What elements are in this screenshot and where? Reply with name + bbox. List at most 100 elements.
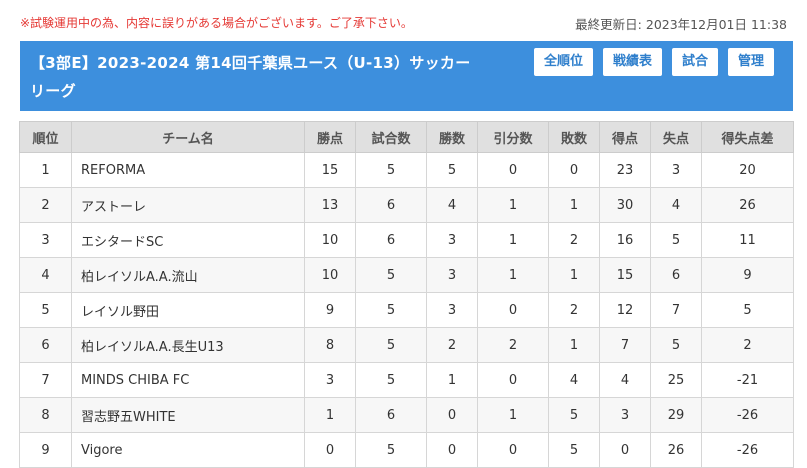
- cell-points: 3: [304, 362, 356, 398]
- cell-rank: 1: [19, 152, 72, 188]
- cell-goals-for: 12: [599, 292, 651, 328]
- cell-goal-diff: 20: [701, 152, 794, 188]
- table-row: 6 柏レイソルA.A.長生U13 8 5 2 2 1 7 5 2: [19, 327, 794, 363]
- cell-rank: 3: [19, 222, 72, 258]
- trial-notice: ※試験運用中の為、内容に誤りがある場合がございます。ご了承下さい。: [20, 16, 413, 30]
- cell-draws: 1: [477, 257, 549, 293]
- cell-points: 0: [304, 432, 356, 468]
- cell-goals-against: 4: [650, 187, 702, 223]
- cell-goal-diff: -26: [701, 432, 794, 468]
- cell-goals-against: 7: [650, 292, 702, 328]
- cell-goals-for: 3: [599, 397, 651, 433]
- cell-draws: 0: [477, 152, 549, 188]
- column-header-draws: 引分数: [477, 121, 549, 153]
- cell-wins: 3: [426, 257, 478, 293]
- cell-team-name: アストーレ: [71, 187, 305, 223]
- cell-points: 15: [304, 152, 356, 188]
- table-row: 5 レイソル野田 9 5 3 0 2 12 7 5: [19, 292, 794, 328]
- cell-played: 6: [355, 187, 427, 223]
- cell-goals-for: 16: [599, 222, 651, 258]
- results-table-button[interactable]: 戦績表: [602, 48, 662, 76]
- cell-played: 5: [355, 257, 427, 293]
- cell-points: 8: [304, 327, 356, 363]
- cell-goals-against: 5: [650, 222, 702, 258]
- cell-goals-against: 26: [650, 432, 702, 468]
- cell-goals-for: 30: [599, 187, 651, 223]
- cell-team-name: エシタードSC: [71, 222, 305, 258]
- cell-wins: 3: [426, 222, 478, 258]
- cell-goals-against: 6: [650, 257, 702, 293]
- cell-losses: 2: [548, 292, 600, 328]
- cell-played: 5: [355, 432, 427, 468]
- cell-team-name: 習志野五WHITE: [71, 397, 305, 433]
- cell-draws: 2: [477, 327, 549, 363]
- cell-wins: 1: [426, 362, 478, 398]
- cell-goals-for: 4: [599, 362, 651, 398]
- cell-draws: 0: [477, 292, 549, 328]
- cell-draws: 0: [477, 432, 549, 468]
- cell-goal-diff: 26: [701, 187, 794, 223]
- cell-points: 10: [304, 222, 356, 258]
- cell-rank: 9: [19, 432, 72, 468]
- column-header-goals-for: 得点: [599, 121, 651, 153]
- cell-wins: 4: [426, 187, 478, 223]
- table-row: 9 Vigore 0 5 0 0 5 0 26 -26: [19, 432, 794, 468]
- cell-losses: 1: [548, 327, 600, 363]
- cell-goals-against: 29: [650, 397, 702, 433]
- cell-draws: 1: [477, 397, 549, 433]
- column-header-goals-against: 失点: [650, 121, 702, 153]
- cell-goal-diff: 11: [701, 222, 794, 258]
- cell-wins: 2: [426, 327, 478, 363]
- cell-rank: 8: [19, 397, 72, 433]
- last-updated-label: 最終更新日:: [575, 17, 642, 32]
- league-title-line1: 【3部E】2023-2024 第14回千葉県ユース（U-13）サッカー: [30, 54, 471, 72]
- cell-goals-for: 23: [599, 152, 651, 188]
- admin-button[interactable]: 管理: [727, 48, 774, 76]
- cell-team-name: レイソル野田: [71, 292, 305, 328]
- cell-wins: 0: [426, 397, 478, 433]
- cell-played: 6: [355, 397, 427, 433]
- cell-goal-diff: 5: [701, 292, 794, 328]
- cell-rank: 2: [19, 187, 72, 223]
- cell-goal-diff: -26: [701, 397, 794, 433]
- cell-team-name: Vigore: [71, 432, 305, 468]
- league-header: 【3部E】2023-2024 第14回千葉県ユース（U-13）サッカー リーグ …: [20, 41, 793, 111]
- last-updated: 最終更新日: 2023年12月01日 11:38: [575, 14, 787, 33]
- last-updated-value: 2023年12月01日 11:38: [645, 17, 787, 32]
- table-row: 2 アストーレ 13 6 4 1 1 30 4 26: [19, 187, 794, 223]
- table-row: 7 MINDS CHIBA FC 3 5 1 0 4 4 25 -21: [19, 362, 794, 398]
- matches-button[interactable]: 試合: [671, 48, 718, 76]
- table-row: 3 エシタードSC 10 6 3 1 2 16 5 11: [19, 222, 794, 258]
- cell-losses: 0: [548, 152, 600, 188]
- column-header-team-name: チーム名: [71, 121, 305, 153]
- standings-header-row: 順位 チーム名 勝点 試合数 勝数 引分数 敗数 得点 失点 得失点差: [19, 121, 794, 153]
- column-header-losses: 敗数: [548, 121, 600, 153]
- league-title: 【3部E】2023-2024 第14回千葉県ユース（U-13）サッカー リーグ: [30, 49, 500, 105]
- cell-losses: 1: [548, 187, 600, 223]
- cell-draws: 0: [477, 362, 549, 398]
- cell-goals-for: 15: [599, 257, 651, 293]
- cell-points: 10: [304, 257, 356, 293]
- cell-played: 5: [355, 292, 427, 328]
- cell-played: 5: [355, 362, 427, 398]
- table-row: 1 REFORMA 15 5 5 0 0 23 3 20: [19, 152, 794, 188]
- cell-team-name: 柏レイソルA.A.流山: [71, 257, 305, 293]
- cell-team-name: MINDS CHIBA FC: [71, 362, 305, 398]
- cell-team-name: 柏レイソルA.A.長生U13: [71, 327, 305, 363]
- cell-wins: 5: [426, 152, 478, 188]
- cell-points: 1: [304, 397, 356, 433]
- cell-rank: 6: [19, 327, 72, 363]
- cell-rank: 5: [19, 292, 72, 328]
- cell-losses: 5: [548, 432, 600, 468]
- cell-played: 5: [355, 327, 427, 363]
- column-header-points: 勝点: [304, 121, 356, 153]
- cell-team-name: REFORMA: [71, 152, 305, 188]
- cell-goals-against: 5: [650, 327, 702, 363]
- cell-losses: 5: [548, 397, 600, 433]
- all-rankings-button[interactable]: 全順位: [533, 48, 593, 76]
- cell-goals-against: 25: [650, 362, 702, 398]
- column-header-goal-diff: 得失点差: [701, 121, 794, 153]
- cell-draws: 1: [477, 222, 549, 258]
- cell-goals-for: 0: [599, 432, 651, 468]
- cell-rank: 7: [19, 362, 72, 398]
